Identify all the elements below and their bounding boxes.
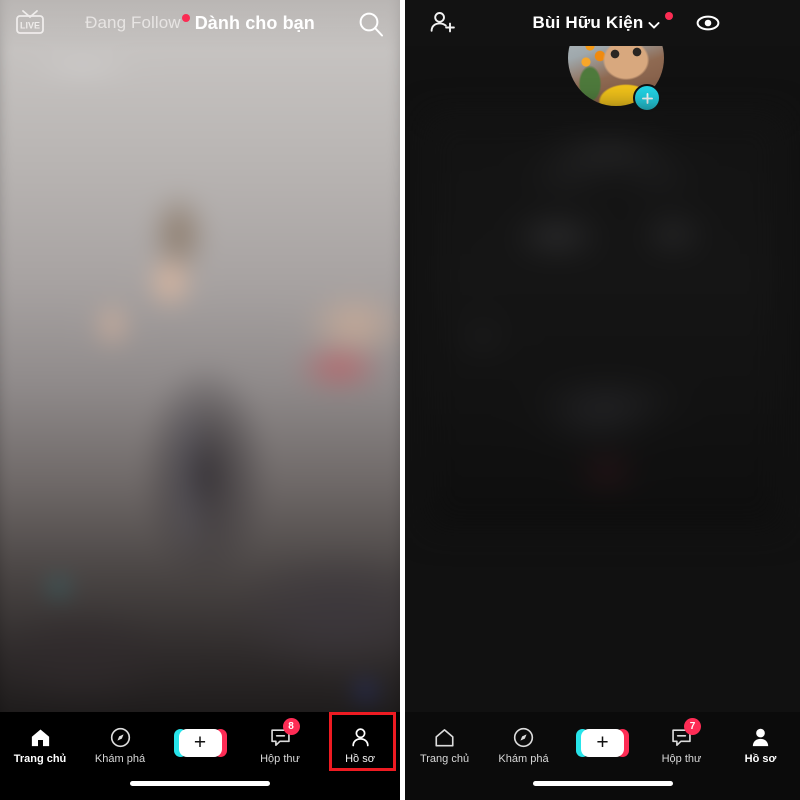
feed-panel: LIVE Đang Follow Dành cho bạn Trang chủ …	[0, 0, 400, 800]
create-button[interactable]: +	[173, 729, 227, 757]
tab-dang-follow-label: Đang Follow	[85, 13, 181, 32]
chevron-down-icon[interactable]	[646, 17, 662, 33]
feed-topbar: LIVE Đang Follow Dành cho bạn	[0, 0, 400, 46]
nav-label-ho-so: Hồ sơ	[744, 753, 777, 765]
feed-tab-group: Đang Follow Dành cho bạn	[0, 0, 400, 46]
follow-plus-badge[interactable]	[633, 84, 661, 112]
plus-icon: +	[596, 731, 609, 754]
inbox-icon: 8	[269, 718, 300, 749]
nav-label-hop-thu: Hộp thư	[260, 753, 300, 765]
tab-dang-follow[interactable]: Đang Follow	[85, 13, 190, 33]
screenshot-root: LIVE Đang Follow Dành cho bạn Trang chủ …	[0, 0, 800, 800]
inbox-badge: 8	[282, 718, 300, 735]
profile-nav-items: Trang chủ Khám phá + 7 Hộp thư Hồ sơ	[405, 718, 800, 770]
create-button[interactable]: +	[576, 729, 629, 757]
profile-username-group[interactable]: Bùi Hữu Kiện	[405, 0, 800, 46]
home-indicator	[130, 781, 270, 786]
feed-video-background[interactable]	[0, 0, 400, 800]
profile-username: Bùi Hữu Kiện	[532, 13, 644, 32]
nav-item-ho-so[interactable]: Hồ sơ	[320, 725, 400, 765]
home-icon	[29, 725, 52, 749]
nav-item-trang-chu[interactable]: Trang chủ	[405, 725, 484, 765]
profile-details-blurred	[427, 116, 782, 528]
nav-label-hop-thu: Hộp thư	[661, 753, 702, 765]
create-icon: +	[576, 729, 629, 757]
username-notification-dot	[664, 12, 673, 20]
inbox-badge: 7	[684, 718, 701, 735]
profile-header: Bùi Hữu Kiện	[405, 0, 800, 46]
profile-body	[405, 0, 800, 800]
nav-item-create[interactable]: +	[563, 729, 642, 757]
nav-label-ho-so: Hồ sơ	[345, 753, 375, 765]
nav-label-trang-chu: Trang chủ	[419, 753, 470, 765]
feed-nav-items: Trang chủ Khám phá + 8 Hộp thư Hồ sơ	[0, 718, 400, 770]
nav-label-kham-pha: Khám phá	[498, 753, 549, 765]
inbox-icon: 7	[670, 718, 701, 749]
following-notification-dot	[181, 14, 190, 22]
eye-icon[interactable]	[694, 10, 722, 36]
create-icon: +	[173, 729, 227, 757]
nav-item-create[interactable]: +	[160, 729, 240, 757]
nav-item-kham-pha[interactable]: Khám phá	[484, 725, 563, 765]
nav-label-trang-chu: Trang chủ	[13, 753, 67, 765]
nav-label-kham-pha: Khám phá	[94, 753, 146, 765]
nav-item-hop-thu[interactable]: 8 Hộp thư	[240, 718, 320, 765]
search-icon[interactable]	[356, 9, 386, 39]
home-icon	[433, 725, 456, 749]
profile-icon	[749, 725, 772, 749]
plus-icon: +	[193, 731, 207, 754]
tab-danh-cho-ban[interactable]: Dành cho bạn	[195, 13, 315, 34]
compass-icon	[109, 725, 132, 749]
compass-icon	[512, 725, 535, 749]
nav-item-hop-thu[interactable]: 7 Hộp thư	[642, 718, 721, 765]
profile-bottom-nav: Trang chủ Khám phá + 7 Hộp thư Hồ sơ	[405, 712, 800, 800]
nav-item-trang-chu[interactable]: Trang chủ	[0, 725, 80, 765]
nav-item-kham-pha[interactable]: Khám phá	[80, 725, 160, 765]
home-indicator	[532, 781, 673, 786]
nav-item-ho-so[interactable]: Hồ sơ	[721, 725, 800, 765]
profile-panel: Bùi Hữu Kiện Trang chủ Khám phá + 7 Hộp …	[400, 0, 800, 800]
feed-bottom-nav: Trang chủ Khám phá + 8 Hộp thư Hồ sơ	[0, 712, 400, 800]
profile-icon	[349, 725, 372, 749]
